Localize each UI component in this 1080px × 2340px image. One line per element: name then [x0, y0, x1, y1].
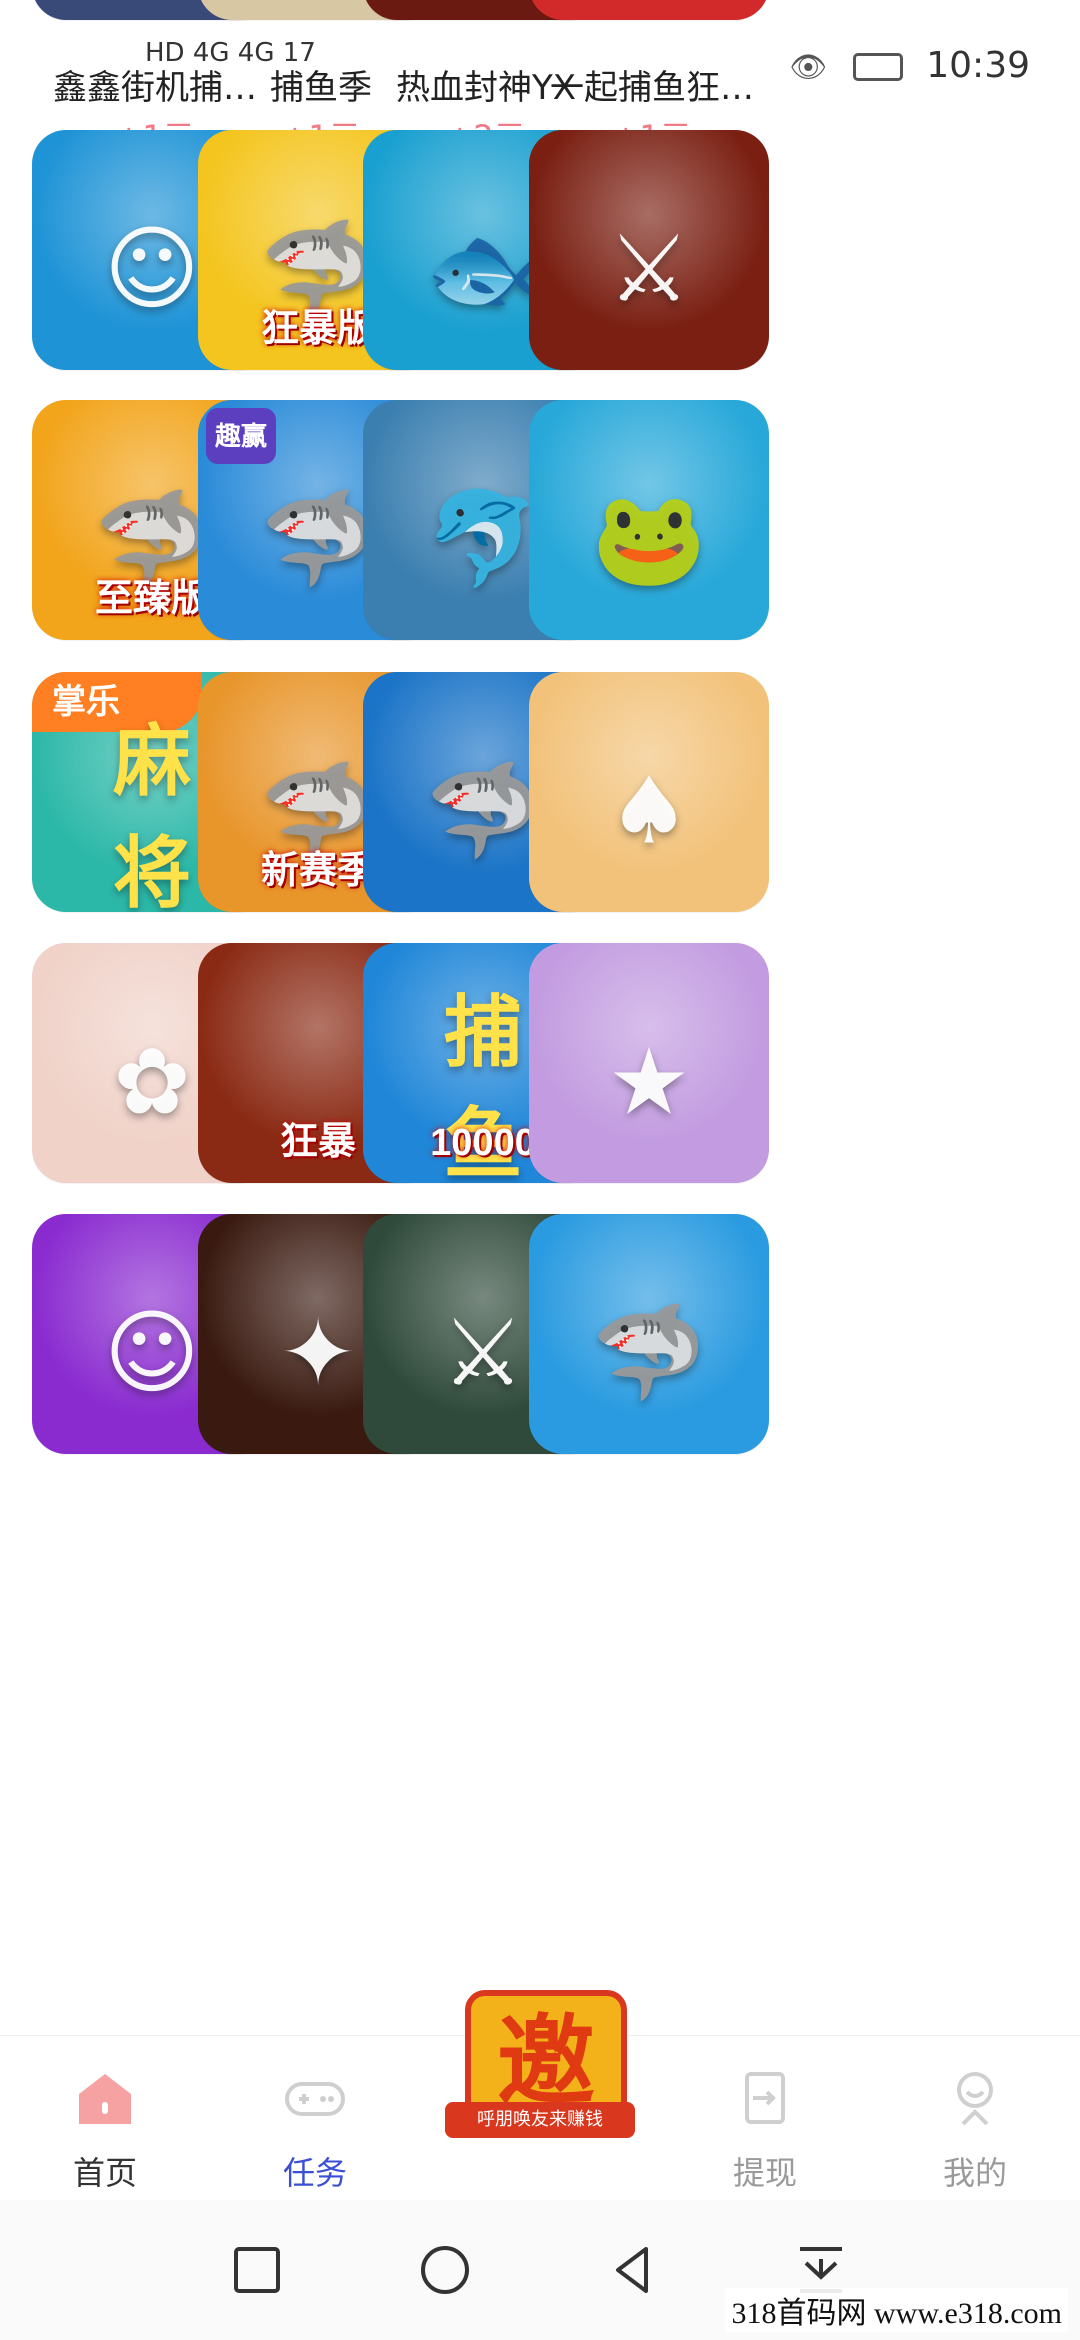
icon-artwork: ⚔	[441, 1299, 525, 1407]
icon-edition-badge: 至臻版	[94, 578, 210, 620]
icon-artwork: ★	[607, 1028, 691, 1136]
nav-withdraw[interactable]: 提现	[695, 2036, 835, 2201]
icon-edition-badge: 狂暴	[279, 1121, 357, 1163]
nav-task[interactable]: 任务	[245, 2036, 385, 2201]
back-icon[interactable]	[598, 2235, 668, 2305]
icon-brand-tag: 趣赢	[206, 408, 276, 464]
icon-artwork: 🦈	[425, 757, 541, 865]
game-icon[interactable]: ⚔	[529, 130, 769, 370]
invite-button[interactable]: 邀 呼朋唤友来赚钱	[445, 1990, 635, 2150]
icon-edition-badge: 狂暴版	[260, 308, 376, 350]
nav-home[interactable]: 首页	[35, 2036, 175, 2201]
icon-artwork: ☺	[104, 1299, 200, 1407]
game-card[interactable]: 🦈	[529, 1214, 775, 1544]
icon-artwork: ♠	[607, 757, 691, 865]
watermark: 318首码网 www.e318.com	[725, 2288, 1068, 2332]
recents-icon[interactable]	[222, 2235, 292, 2305]
game-name: 一起捕鱼狂…	[550, 68, 754, 108]
icon-artwork: 🐬	[425, 485, 541, 593]
home-icon	[79, 2074, 131, 2124]
home-circle-icon[interactable]	[410, 2235, 480, 2305]
nav-home-label: 首页	[72, 2154, 137, 2192]
icon-artwork: 麻将	[112, 717, 191, 912]
icon-edition-badge: 10000	[430, 1122, 536, 1164]
gamepad-icon	[285, 2082, 345, 2116]
withdraw-icon	[745, 2072, 785, 2124]
nav-withdraw-label: 提现	[732, 2154, 797, 2192]
icon-artwork: ✦	[279, 1299, 357, 1407]
user-icon	[957, 2072, 993, 2126]
icon-edition-badge: 新赛季	[260, 850, 376, 892]
game-icon[interactable]: ★	[529, 943, 769, 1183]
nav-task-label: 任务	[282, 2154, 347, 2192]
icon-artwork: 🦈	[260, 485, 376, 593]
game-icon[interactable]: 🦈	[529, 1214, 769, 1454]
icon-artwork: 🐟	[425, 215, 541, 323]
nav-mine[interactable]: 我的	[905, 2036, 1045, 2201]
game-icon[interactable]: ♠	[529, 672, 769, 912]
game-icon[interactable]	[529, 0, 769, 20]
icon-artwork: ☺	[104, 215, 200, 323]
icon-artwork: ✿	[113, 1028, 191, 1136]
game-icon[interactable]: 🐸	[529, 400, 769, 640]
game-card[interactable]: 一起捕鱼狂…+1元	[529, 0, 775, 156]
invite-ribbon: 呼朋唤友来赚钱	[445, 2102, 635, 2138]
icon-artwork: ⚔	[607, 215, 691, 323]
nav-mine-label: 我的	[942, 2154, 1007, 2192]
icon-artwork: 🐸	[591, 485, 707, 593]
icon-artwork: 🦈	[591, 1299, 707, 1407]
game-grid: 鑫鑫街机捕…+1元捕鱼季+1元热血封神YX+2元一起捕鱼狂…+1元☺小小首富快……	[0, 0, 1080, 2035]
